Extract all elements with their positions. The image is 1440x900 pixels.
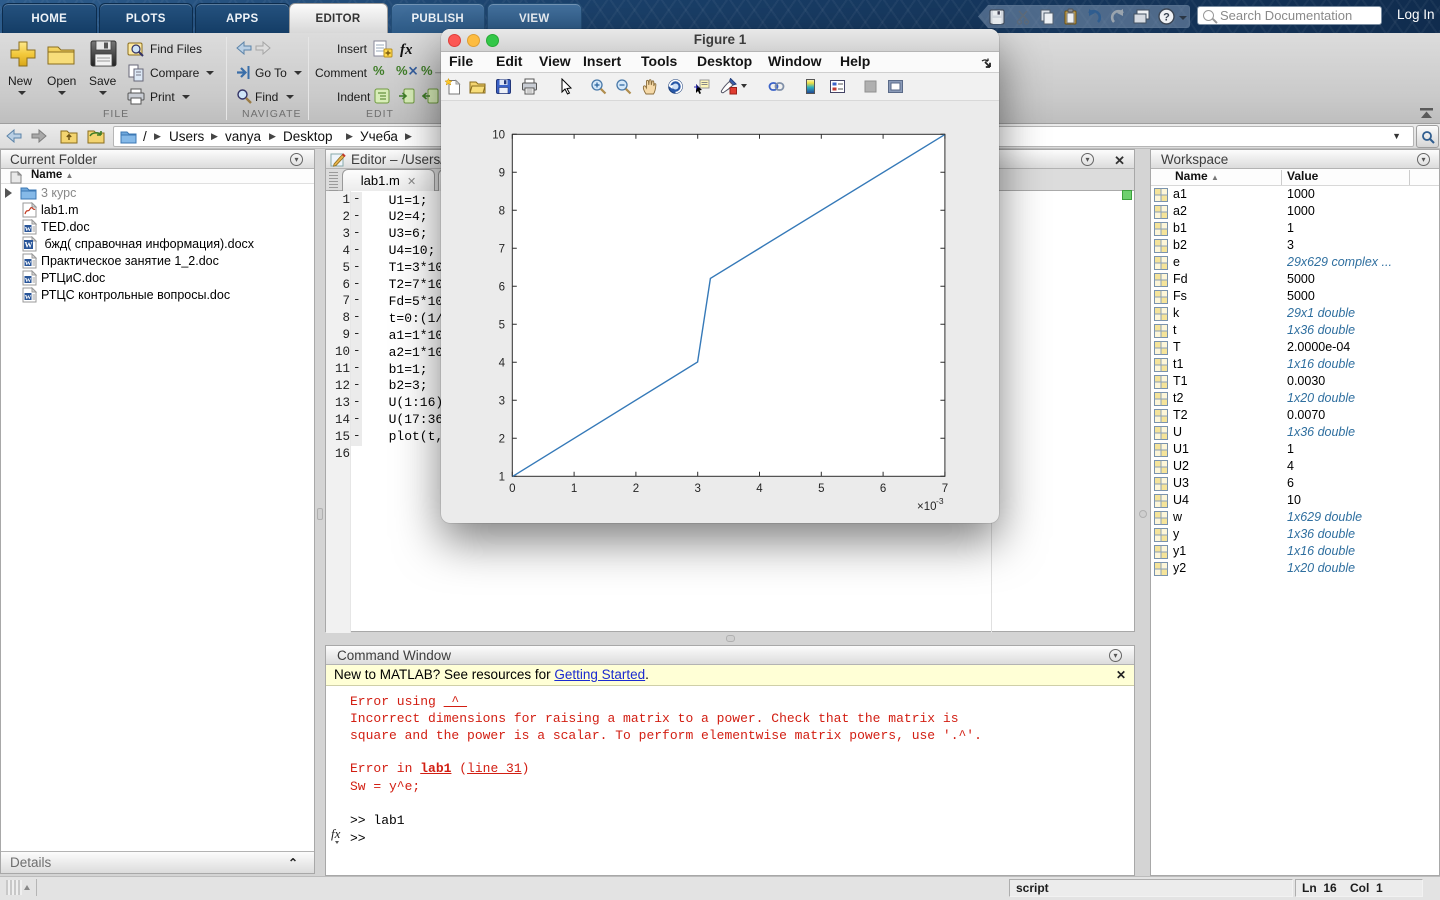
svg-text:5: 5 [499,319,505,331]
svg-text:3: 3 [694,483,700,495]
svg-text:5: 5 [818,483,824,495]
svg-text:W: W [25,241,33,250]
svg-text:W: W [25,277,32,284]
svg-text:7: 7 [942,483,948,495]
svg-text:W: W [25,260,32,267]
svg-text:7: 7 [499,243,505,255]
svg-text:2: 2 [633,483,639,495]
svg-text:1: 1 [499,471,505,483]
svg-text:0: 0 [509,483,515,495]
svg-text:6: 6 [880,483,886,495]
svg-text:×10: ×10 [917,501,937,513]
svg-text:W: W [25,226,32,233]
svg-text:?: ? [1163,12,1170,24]
svg-text:6: 6 [499,281,505,293]
svg-text:8: 8 [499,205,505,217]
svg-text:-3: -3 [936,496,944,506]
svg-text:4: 4 [499,357,506,369]
svg-text:2: 2 [499,433,505,445]
svg-text:9: 9 [499,167,505,179]
svg-text:W: W [25,294,32,301]
svg-text:1: 1 [571,483,577,495]
svg-text:4: 4 [756,483,763,495]
svg-text:3: 3 [499,395,505,407]
svg-text:10: 10 [492,129,505,141]
